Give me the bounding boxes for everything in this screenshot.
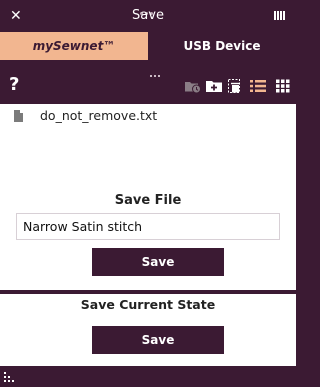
window-title: Save [132, 8, 164, 23]
file-icon [14, 110, 23, 122]
list-view-icon[interactable] [250, 79, 266, 93]
tab-mysewnet[interactable]: mySewnet™ [0, 32, 148, 60]
save-file-label: Save File [114, 193, 182, 208]
resize-grip-icon[interactable] [4, 372, 18, 384]
drag-handle-icon[interactable] [140, 0, 156, 15]
file-item-name[interactable]: do_not_remove.txt [40, 107, 157, 125]
menu-bars-icon[interactable] [274, 11, 286, 20]
save-state-button[interactable]: Save [92, 326, 224, 354]
save-state-label: Save Current State [80, 297, 216, 312]
grid-view-icon[interactable] [276, 79, 290, 93]
tab-usb-device[interactable]: USB Device [148, 32, 296, 60]
new-folder-icon[interactable] [206, 79, 222, 93]
more-dots-icon [150, 62, 162, 81]
history-folder-icon[interactable] [184, 79, 202, 93]
help-icon[interactable]: ? [9, 74, 19, 96]
save-file-button[interactable]: Save [92, 248, 224, 276]
delete-icon[interactable] [228, 79, 242, 93]
filename-input[interactable] [16, 213, 280, 240]
